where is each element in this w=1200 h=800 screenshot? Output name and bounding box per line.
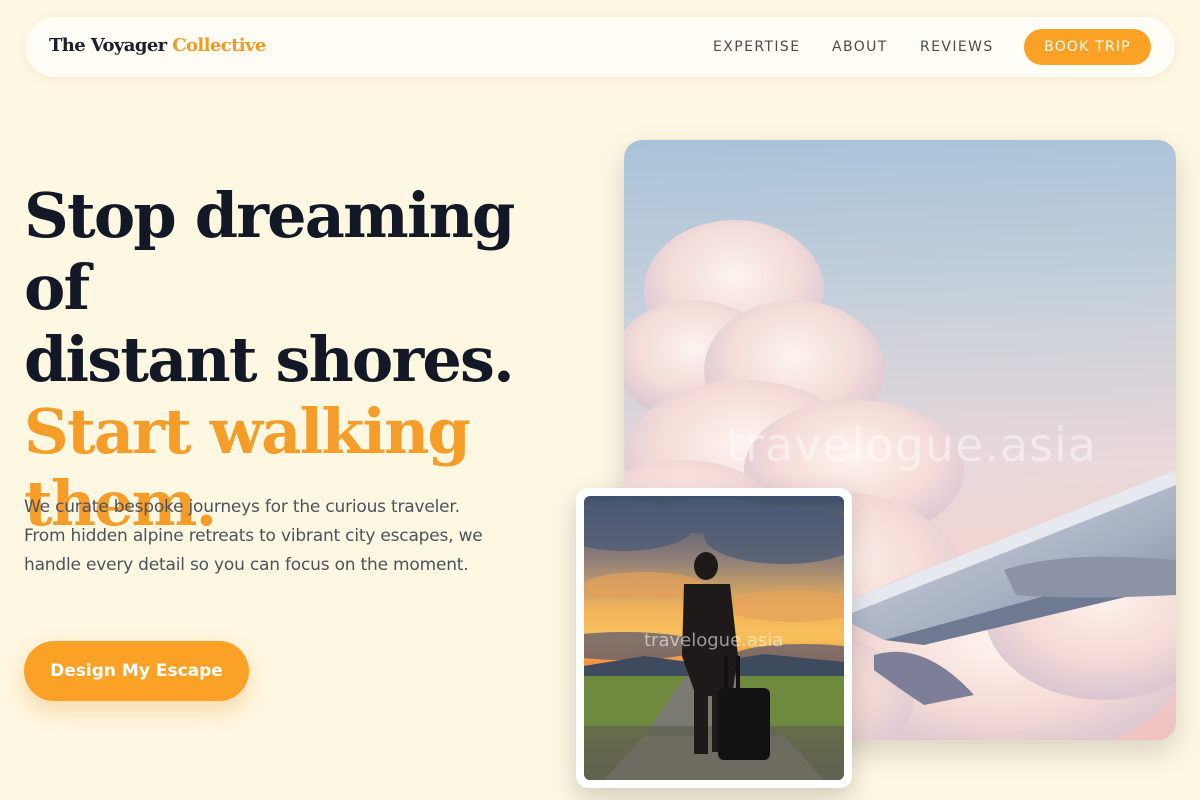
traveler-watermark: travelogue.asia	[644, 630, 784, 651]
headline-line-1: Stop dreaming of	[24, 179, 515, 324]
headline-line-2: distant shores.	[24, 323, 515, 396]
nav-link-reviews[interactable]: REVIEWS	[920, 39, 994, 55]
book-trip-button[interactable]: BOOK TRIP	[1024, 29, 1151, 65]
traveler-photo: travelogue.asia	[584, 496, 844, 780]
headline-accent-line-1: Start walking	[24, 395, 471, 468]
traveler-photo-card: travelogue.asia	[576, 488, 852, 788]
nav-link-about[interactable]: ABOUT	[832, 39, 888, 55]
logo-text-primary: The Voyager	[49, 35, 167, 56]
hero-subtext: We curate bespoke journeys for the curio…	[24, 497, 483, 575]
logo-text-accent: Collective	[172, 35, 266, 56]
site-logo[interactable]: The Voyager Collective	[49, 35, 266, 56]
hero-headline: Stop dreaming of distant shores. Start w…	[24, 180, 584, 540]
top-navbar: The Voyager Collective EXPERTISE ABOUT R…	[25, 17, 1175, 77]
nav-link-expertise[interactable]: EXPERTISE	[713, 39, 800, 55]
design-my-escape-button[interactable]: Design My Escape	[24, 641, 249, 701]
sky-watermark: travelogue.asia	[726, 418, 1097, 472]
